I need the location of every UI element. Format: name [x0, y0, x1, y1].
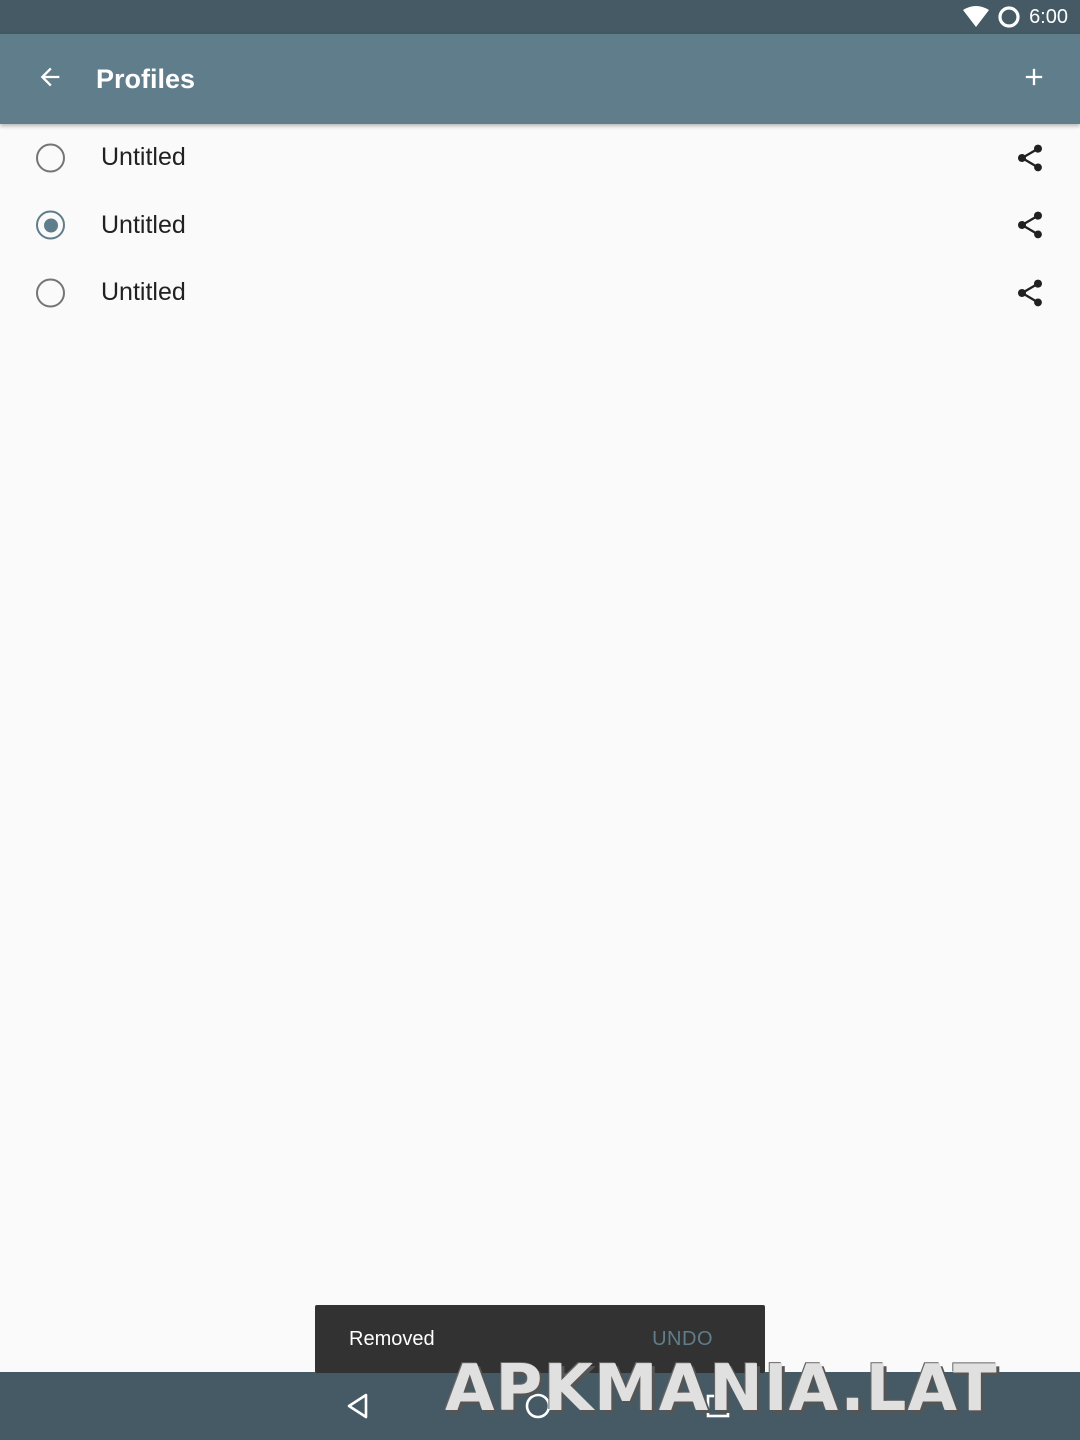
- nav-recents-icon[interactable]: [694, 1382, 742, 1430]
- profile-radio[interactable]: [36, 210, 65, 240]
- profile-radio[interactable]: [36, 143, 65, 173]
- nav-back-icon[interactable]: [334, 1382, 382, 1430]
- sync-circle-icon: [997, 5, 1021, 29]
- arrow-back-icon: [36, 63, 64, 96]
- share-icon[interactable]: [1010, 138, 1050, 178]
- status-clock: 6:00: [1029, 5, 1068, 28]
- plus-icon: [1020, 63, 1048, 96]
- snackbar-message: Removed: [349, 1327, 435, 1350]
- nav-home-icon[interactable]: [514, 1382, 562, 1430]
- add-profile-button[interactable]: [1006, 51, 1062, 107]
- profile-list: Untitled Untitled Untitled: [0, 124, 1080, 327]
- snackbar: Removed UNDO: [315, 1305, 765, 1373]
- profile-list-item[interactable]: Untitled: [0, 192, 1080, 260]
- profile-name: Untitled: [101, 210, 186, 239]
- page-title: Profiles: [96, 64, 196, 94]
- profile-radio[interactable]: [36, 278, 65, 308]
- profile-name: Untitled: [101, 278, 186, 306]
- back-button[interactable]: [22, 51, 78, 107]
- profile-name: Untitled: [101, 143, 186, 171]
- navigation-bar: [0, 1372, 1080, 1440]
- app-bar: Profiles: [0, 34, 1080, 124]
- share-icon[interactable]: [1010, 205, 1050, 245]
- profile-list-item[interactable]: Untitled: [0, 124, 1080, 192]
- undo-button[interactable]: UNDO: [652, 1328, 713, 1351]
- share-icon[interactable]: [1010, 273, 1050, 313]
- profile-list-item[interactable]: Untitled: [0, 259, 1080, 327]
- wifi-icon: [963, 6, 990, 28]
- status-bar: 6:00: [0, 0, 1080, 34]
